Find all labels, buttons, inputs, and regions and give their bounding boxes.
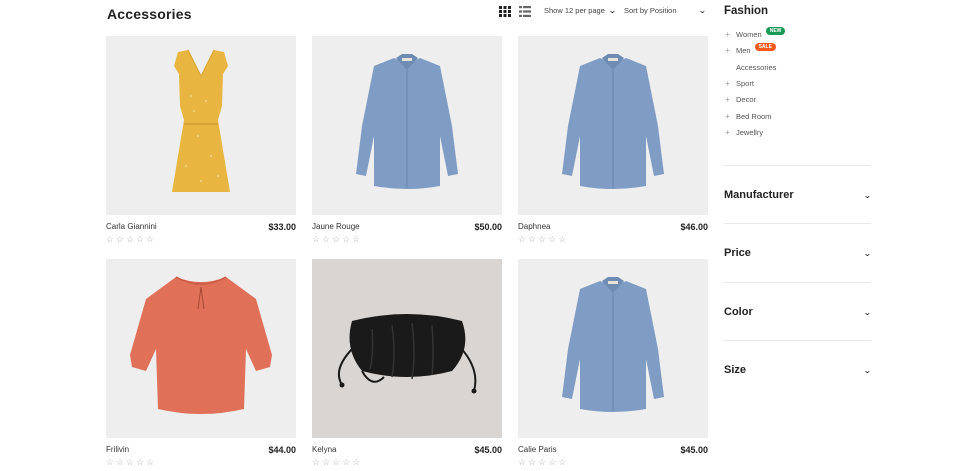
rating-stars: ☆☆☆☆☆	[106, 457, 157, 467]
rating-stars: ☆☆☆☆☆	[312, 234, 363, 244]
rating-stars: ☆☆☆☆☆	[518, 234, 569, 244]
filter-manufacturer[interactable]: Manufacturer ⌄	[724, 185, 873, 205]
divider	[724, 340, 871, 341]
blue-shirt-image	[562, 277, 664, 412]
chevron-down-icon: ⌄	[607, 5, 617, 15]
page-title: Accessories	[107, 6, 192, 22]
category-label[interactable]: Women	[736, 30, 762, 39]
category-label[interactable]: Sport	[736, 79, 754, 88]
blue-shirt-image	[562, 54, 664, 189]
sale-badge: SALE	[754, 42, 776, 51]
sidebar-item-decor[interactable]: + Decor	[725, 95, 756, 104]
category-label[interactable]: Decor	[736, 95, 756, 104]
product-card[interactable]: Calie Paris $45.00 ☆☆☆☆☆	[518, 259, 708, 467]
plus-icon[interactable]: +	[725, 30, 732, 39]
sort-select[interactable]: Sort by Position ⌄	[624, 5, 708, 15]
product-image[interactable]	[312, 259, 502, 438]
filter-size[interactable]: Size ⌄	[724, 360, 873, 380]
plus-icon[interactable]: +	[725, 79, 732, 88]
per-page-select[interactable]: Show 12 per page ⌄	[544, 5, 617, 15]
rating-stars: ☆☆☆☆☆	[106, 234, 157, 244]
rating-stars: ☆☆☆☆☆	[518, 457, 569, 467]
product-image[interactable]	[106, 36, 296, 215]
new-badge: NEW	[765, 26, 786, 35]
per-page-label: Show 12 per page	[544, 6, 605, 15]
product-card[interactable]: Kelyna $45.00 ☆☆☆☆☆	[312, 259, 502, 467]
product-card[interactable]: Jaune Rouge $50.00 ☆☆☆☆☆	[312, 36, 502, 244]
chevron-down-icon: ⌄	[863, 307, 873, 317]
chevron-down-icon: ⌄	[863, 365, 873, 375]
filter-label: Color	[724, 306, 753, 318]
plus-icon[interactable]: +	[725, 46, 732, 55]
sidebar-item-women[interactable]: + Women NEW	[725, 26, 786, 39]
category-label[interactable]: Jewellry	[736, 128, 763, 137]
sort-label: Sort by Position	[624, 6, 677, 15]
product-name[interactable]: Carla Giannini	[106, 222, 157, 231]
divider	[724, 282, 871, 283]
product-name[interactable]: Jaune Rouge	[312, 222, 360, 231]
yellow-dress-image	[172, 49, 230, 192]
product-price: $46.00	[680, 222, 708, 232]
list-icon[interactable]	[519, 6, 531, 17]
blue-shirt-image	[356, 54, 458, 189]
sidebar-item-bed-room[interactable]: + Bed Room	[725, 112, 771, 121]
product-price: $44.00	[268, 445, 296, 455]
filter-label: Size	[724, 364, 747, 376]
chevron-down-icon: ⌄	[698, 5, 708, 15]
product-price: $45.00	[680, 445, 708, 455]
sidebar-title: Fashion	[724, 5, 769, 17]
category-label[interactable]: Bed Room	[736, 112, 771, 121]
product-price: $45.00	[474, 445, 502, 455]
product-image[interactable]	[518, 36, 708, 215]
plus-icon[interactable]: +	[725, 128, 732, 137]
filter-color[interactable]: Color ⌄	[724, 302, 873, 322]
sidebar-item-jewellry[interactable]: + Jewellry	[725, 128, 763, 137]
product-image[interactable]	[106, 259, 296, 438]
product-name[interactable]: Frilivin	[106, 445, 129, 454]
plus-icon[interactable]: +	[725, 112, 732, 121]
filter-label: Price	[724, 247, 751, 259]
filter-label: Manufacturer	[724, 189, 794, 201]
category-label[interactable]: Men	[736, 46, 751, 55]
product-name[interactable]: Kelyna	[312, 445, 336, 454]
product-image[interactable]	[312, 36, 502, 215]
filter-price[interactable]: Price ⌄	[724, 243, 873, 263]
product-price: $50.00	[474, 222, 502, 232]
divider	[724, 223, 871, 224]
plus-icon[interactable]: +	[725, 95, 732, 104]
sidebar-item-sport[interactable]: + Sport	[725, 79, 754, 88]
product-name[interactable]: Daphnea	[518, 222, 550, 231]
product-card[interactable]: Frilivin $44.00 ☆☆☆☆☆	[106, 259, 296, 467]
chevron-down-icon: ⌄	[863, 190, 873, 200]
product-card[interactable]: Carla Giannini $33.00 ☆☆☆☆☆	[106, 36, 296, 244]
black-bag-image	[338, 314, 477, 394]
product-image[interactable]	[518, 259, 708, 438]
product-price: $33.00	[268, 222, 296, 232]
grid-icon[interactable]	[499, 6, 511, 17]
sidebar-item-accessories[interactable]: Accessories	[725, 63, 776, 72]
product-card[interactable]: Daphnea $46.00 ☆☆☆☆☆	[518, 36, 708, 244]
category-label[interactable]: Accessories	[736, 63, 776, 72]
divider	[724, 165, 871, 166]
product-name[interactable]: Calie Paris	[518, 445, 557, 454]
rating-stars: ☆☆☆☆☆	[312, 457, 363, 467]
coral-blouse-image	[130, 276, 272, 414]
chevron-down-icon: ⌄	[863, 248, 873, 258]
sidebar-item-men[interactable]: + Men SALE	[725, 42, 776, 55]
